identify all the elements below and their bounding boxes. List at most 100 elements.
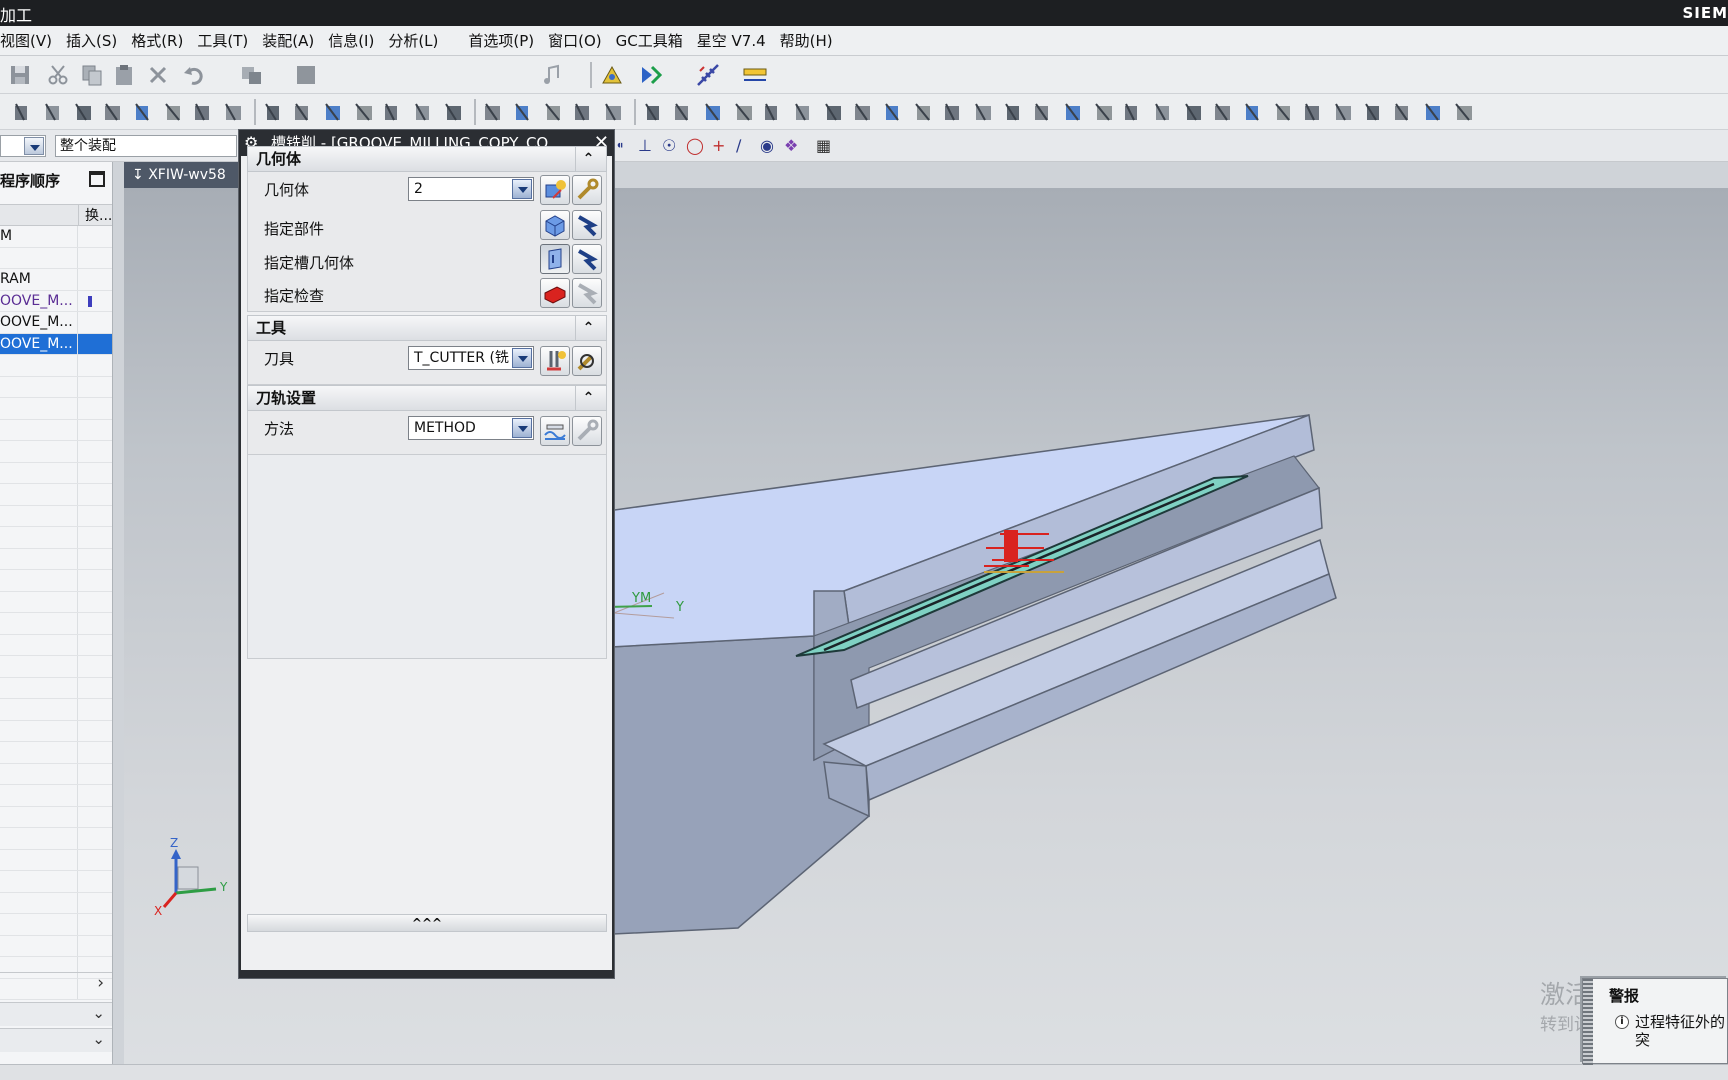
cam-tool-icon[interactable] — [102, 100, 126, 124]
navigator-row[interactable] — [0, 892, 112, 914]
tool-select[interactable]: T_CUTTER (铣 — [408, 346, 534, 370]
cam-tool-icon[interactable] — [912, 100, 936, 124]
collapse-icon[interactable]: ⌃ — [575, 147, 601, 171]
chevron-down-icon[interactable] — [24, 137, 44, 155]
navigator-row[interactable] — [0, 398, 112, 420]
cam-tool-icon[interactable] — [1272, 100, 1296, 124]
menu-gc-toolbox[interactable]: GC工具箱 — [609, 30, 690, 51]
menu-window[interactable]: 窗口(O) — [541, 30, 609, 51]
document-tab[interactable]: ↧ XFIW-wv58 — [124, 162, 244, 188]
navigator-row[interactable] — [0, 914, 112, 936]
cam-tool-icon[interactable] — [292, 100, 316, 124]
menu-info[interactable]: 信息(I) — [321, 30, 381, 51]
cam-tool-icon[interactable] — [792, 100, 816, 124]
type-filter-select[interactable] — [0, 135, 46, 157]
specify-slot-geometry-button[interactable] — [540, 244, 570, 274]
navigator-row[interactable] — [0, 527, 112, 549]
navigator-row[interactable] — [0, 871, 112, 893]
specify-part-button[interactable] — [540, 210, 570, 240]
display-part-button[interactable] — [572, 210, 602, 240]
navigator-row[interactable] — [0, 570, 112, 592]
cam-tool-icon[interactable] — [1422, 100, 1446, 124]
navigator-row[interactable]: OOVE_M... — [0, 333, 112, 355]
navigator-row[interactable] — [0, 548, 112, 570]
cam-tool-icon[interactable] — [762, 100, 786, 124]
menu-preferences[interactable]: 首选项(P) — [461, 30, 541, 51]
navigator-row[interactable]: M — [0, 226, 112, 248]
cam-tool-icon[interactable] — [42, 100, 66, 124]
cam-tool-icon[interactable] — [1002, 100, 1026, 124]
cam-tool-icon[interactable] — [1362, 100, 1386, 124]
navigator-row[interactable] — [0, 656, 112, 678]
menu-format[interactable]: 格式(R) — [124, 30, 190, 51]
navigator-row[interactable]: OOVE_M... — [0, 312, 112, 334]
navigator-row[interactable] — [0, 935, 112, 957]
cam-tool-icon[interactable] — [542, 100, 566, 124]
display-mode-icon[interactable] — [294, 63, 318, 87]
cam-tool-icon[interactable] — [352, 100, 376, 124]
maximize-icon[interactable] — [89, 171, 105, 187]
cam-tool-icon[interactable] — [1452, 100, 1476, 124]
cam-tool-icon[interactable] — [572, 100, 596, 124]
column-header-change[interactable]: 换... — [78, 205, 112, 225]
navigator-row[interactable] — [0, 355, 112, 377]
navigator-row[interactable] — [0, 634, 112, 656]
cam-tool-icon[interactable] — [72, 100, 96, 124]
navigator-row[interactable] — [0, 720, 112, 742]
cam-tool-icon[interactable] — [852, 100, 876, 124]
cam-tool-icon[interactable] — [1152, 100, 1176, 124]
cam-tool-icon[interactable] — [642, 100, 666, 124]
menu-tools[interactable]: 工具(T) — [190, 30, 255, 51]
menu-help[interactable]: 帮助(H) — [773, 30, 840, 51]
chevron-down-icon[interactable] — [512, 179, 532, 199]
geometry-select[interactable]: 2 — [408, 177, 534, 201]
edit-tool-button[interactable] — [572, 346, 602, 376]
navigator-row[interactable] — [0, 613, 112, 635]
cam-tool-icon[interactable] — [262, 100, 286, 124]
navigator-row[interactable] — [0, 806, 112, 828]
cam-tool-icon[interactable] — [192, 100, 216, 124]
view-triad[interactable]: Z Y X — [154, 836, 228, 918]
navigator-row[interactable] — [0, 484, 112, 506]
cam-tool-icon[interactable] — [132, 100, 156, 124]
alert-grip[interactable] — [1583, 979, 1593, 1065]
navigator-row[interactable] — [0, 849, 112, 871]
cam-tool-icon[interactable] — [162, 100, 186, 124]
snap-arc-icon[interactable]: ⁌ — [616, 136, 624, 155]
menu-analysis[interactable]: 分析(L) — [381, 30, 445, 51]
navigator-row[interactable]: OOVE_M... — [0, 290, 112, 312]
navigator-row[interactable] — [0, 376, 112, 398]
cam-tool-icon[interactable] — [442, 100, 466, 124]
navigator-row[interactable] — [0, 742, 112, 764]
navigator-row[interactable]: RAM — [0, 269, 112, 291]
snap-grid-icon[interactable] — [696, 63, 720, 87]
new-tool-button[interactable] — [540, 346, 570, 376]
cam-tool-icon[interactable] — [1092, 100, 1116, 124]
navigator-row[interactable] — [0, 419, 112, 441]
specify-check-button[interactable] — [540, 278, 570, 308]
save-icon[interactable] — [8, 63, 32, 87]
collapse-icon[interactable]: ⌃ — [575, 386, 601, 410]
cam-tool-icon[interactable] — [1302, 100, 1326, 124]
cam-tool-icon[interactable] — [322, 100, 346, 124]
cam-tool-icon[interactable] — [732, 100, 756, 124]
scope-select[interactable]: 整个装配 — [55, 135, 237, 157]
chevron-down-icon[interactable] — [512, 348, 532, 368]
undo-icon[interactable] — [182, 63, 206, 87]
cam-tool-icon[interactable] — [942, 100, 966, 124]
navigator-row[interactable] — [0, 441, 112, 463]
cam-tool-icon[interactable] — [672, 100, 696, 124]
navigator-row[interactable] — [0, 785, 112, 807]
cam-tool-icon[interactable] — [1062, 100, 1086, 124]
cam-tool-icon[interactable] — [822, 100, 846, 124]
display-slot-button[interactable] — [572, 244, 602, 274]
delete-icon[interactable] — [146, 63, 170, 87]
menu-xingkong[interactable]: 星空 V7.4 — [690, 30, 773, 51]
cam-tool-icon[interactable] — [382, 100, 406, 124]
cam-tool-icon[interactable] — [972, 100, 996, 124]
cam-tool-icon[interactable] — [1182, 100, 1206, 124]
cam-tool-icon[interactable] — [1122, 100, 1146, 124]
new-method-button[interactable] — [540, 416, 570, 446]
chevron-right-icon[interactable]: › — [97, 973, 104, 993]
details-panel-toggle[interactable]: ⌄ — [0, 1002, 112, 1026]
